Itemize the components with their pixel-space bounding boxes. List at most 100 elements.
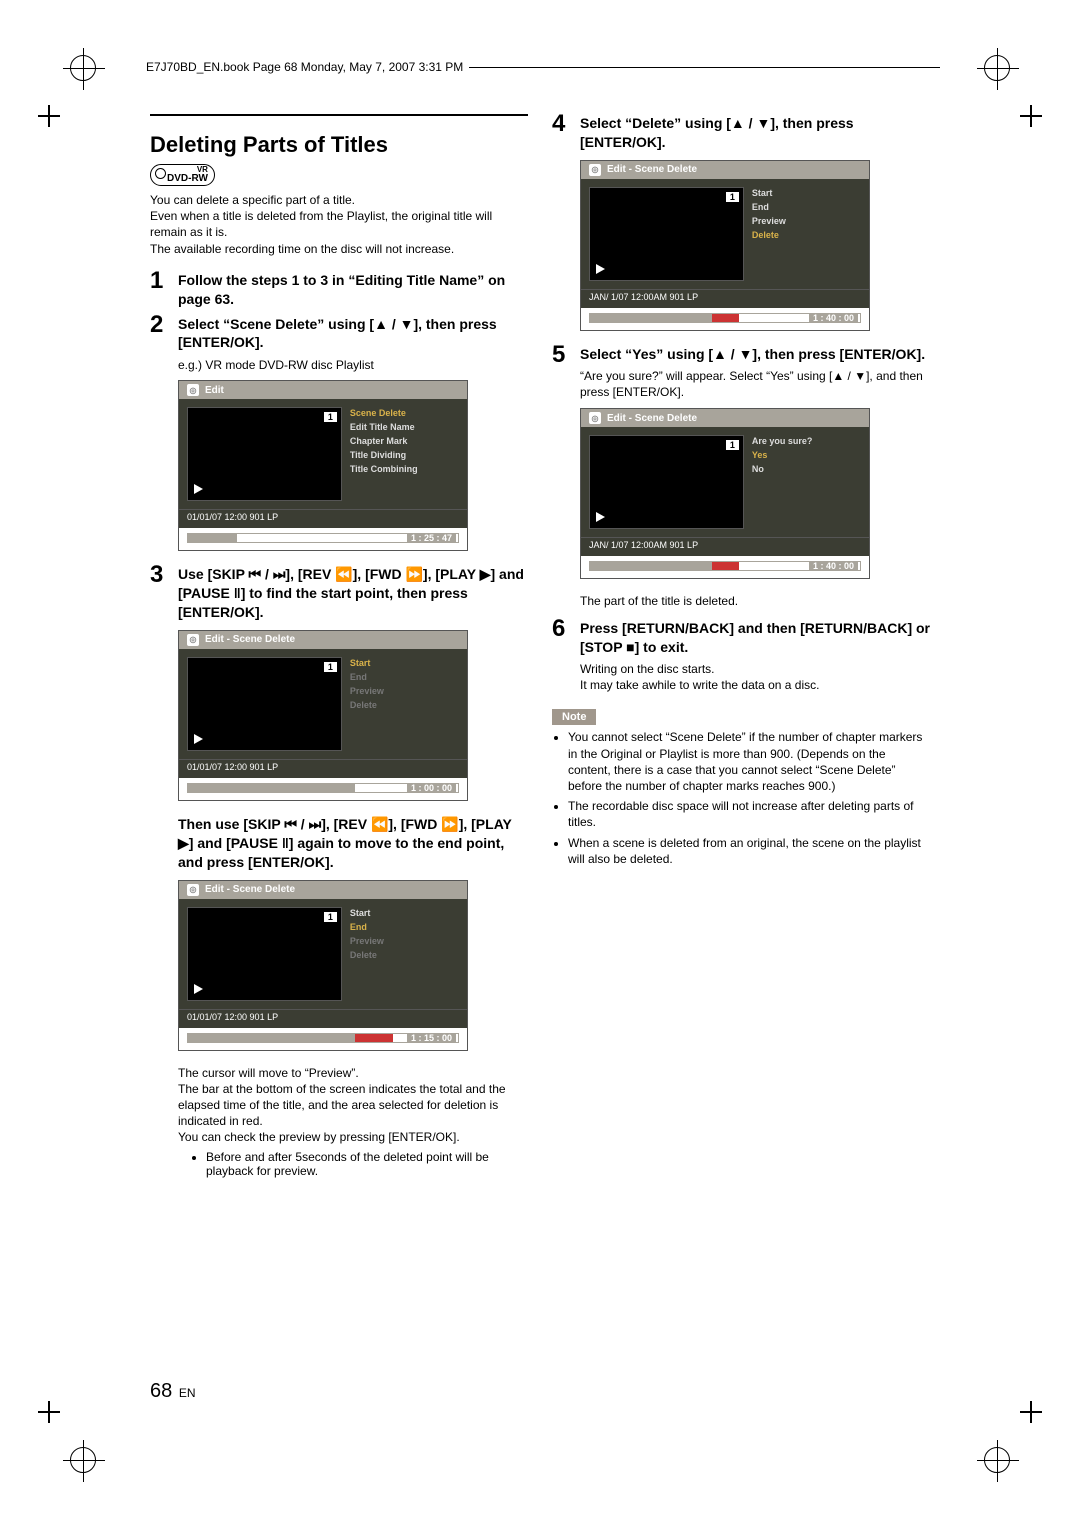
osd-preview-area: 1	[187, 907, 342, 1001]
play-icon	[596, 264, 605, 274]
step-4: 4 Select “Delete” using [▲ / ▼], then pr…	[552, 114, 930, 152]
note-item: You cannot select “Scene Delete” if the …	[568, 729, 930, 794]
time-readout: 1 : 15 : 00	[407, 1033, 456, 1043]
step-4-number: 4	[552, 112, 580, 152]
step-4-text: Select “Delete” using [▲ / ▼], then pres…	[580, 114, 930, 152]
play-icon	[194, 984, 203, 994]
step-6-sub: Writing on the disc starts. It may take …	[580, 661, 930, 693]
menu-item: Preview	[350, 685, 459, 697]
osd-step4: ◎ Edit - Scene Delete 1 Start End Preview…	[580, 160, 870, 331]
osd-footer: 01/01/07 12:00 901 LP	[179, 509, 467, 528]
time-readout: 1 : 25 : 47	[407, 533, 456, 543]
menu-item: Title Dividing	[350, 449, 459, 461]
osd-footer: JAN/ 1/07 12:00AM 901 LP	[581, 537, 869, 556]
step-5-sub: “Are you sure?” will appear. Select “Yes…	[580, 368, 930, 400]
dvd-disc-icon: ◎	[187, 384, 199, 396]
menu-item: Start	[350, 907, 459, 919]
intro-text: You can delete a specific part of a titl…	[150, 192, 528, 257]
time-readout: 1 : 40 : 00	[809, 313, 858, 323]
osd-start-point: ◎Edit - Scene Delete 1 Start End Preview…	[178, 630, 468, 801]
osd-title-text: Edit - Scene Delete	[607, 164, 697, 175]
osd-menu: Start End Preview Delete	[752, 187, 861, 281]
menu-item: Delete	[350, 699, 459, 711]
crop-mark-bl	[38, 1401, 60, 1423]
step-5-text: Select “Yes” using [▲ / ▼], then press […	[580, 345, 930, 400]
step-1-number: 1	[150, 269, 178, 309]
title-number-badge: 1	[726, 192, 739, 202]
step-2-sub: e.g.) VR mode DVD-RW disc Playlist	[178, 358, 528, 372]
osd-step5: ◎ Edit - Scene Delete 1 Are you sure? Yes…	[580, 408, 870, 579]
osd-menu: Start End Preview Delete	[350, 907, 459, 1001]
crop-mark-br	[1020, 1401, 1042, 1423]
progress-bar: 1 : 40 : 00	[589, 561, 861, 571]
step-5-number: 5	[552, 343, 580, 400]
osd-menu: Start End Preview Delete	[350, 657, 459, 751]
step-6-text: Press [RETURN/BACK] and then [RETURN/BAC…	[580, 619, 930, 693]
dvd-disc-icon: ◎	[589, 164, 601, 176]
step-3-after: The cursor will move to “Preview”. The b…	[178, 1065, 528, 1146]
step-6-main: Press [RETURN/BACK] and then [RETURN/BAC…	[580, 620, 930, 655]
osd-title-text: Edit	[205, 385, 224, 396]
step-3-then: Then use [SKIP ⏮ / ⏭], [REV ⏪], [FWD ⏩],…	[178, 815, 528, 872]
menu-item: Delete	[350, 949, 459, 961]
menu-item: Yes	[752, 449, 861, 461]
osd-preview-area: 1	[589, 187, 744, 281]
play-icon	[194, 734, 203, 744]
menu-item: Title Combining	[350, 463, 459, 475]
step-2-text: Select “Scene Delete” using [▲ / ▼], the…	[178, 315, 528, 353]
dvd-disc-icon: ◎	[187, 634, 199, 646]
progress-bar: 1 : 40 : 00	[589, 313, 861, 323]
note-item: When a scene is deleted from an original…	[568, 835, 930, 867]
menu-item: Preview	[350, 935, 459, 947]
step-6-number: 6	[552, 617, 580, 693]
step-5-main: Select “Yes” using [▲ / ▼], then press […	[580, 346, 925, 362]
osd-title-text: Edit - Scene Delete	[205, 884, 295, 895]
menu-item: End	[350, 671, 459, 683]
title-number-badge: 1	[726, 440, 739, 450]
osd-preview-area: 1	[589, 435, 744, 529]
registration-mark-bl	[70, 1447, 96, 1473]
osd-footer: 01/01/07 12:00 901 LP	[179, 759, 467, 778]
page-number: 68 EN	[150, 1380, 196, 1403]
dvd-disc-icon: ◎	[589, 412, 601, 424]
page-lang: EN	[179, 1386, 196, 1400]
note-item: The recordable disc space will not incre…	[568, 798, 930, 830]
menu-item: Scene Delete	[350, 407, 459, 419]
page-num-big: 68	[150, 1380, 172, 1402]
notes-block: You cannot select “Scene Delete” if the …	[552, 729, 930, 867]
play-icon	[596, 512, 605, 522]
step-5: 5 Select “Yes” using [▲ / ▼], then press…	[552, 345, 930, 400]
badge-bottom: DVD-RW	[167, 174, 208, 184]
menu-item: End	[752, 201, 861, 213]
dvd-disc-icon: ◎	[187, 884, 199, 896]
play-icon	[194, 484, 203, 494]
header-rule	[469, 67, 940, 68]
osd-preview-area: 1	[187, 407, 342, 501]
step-6: 6 Press [RETURN/BACK] and then [RETURN/B…	[552, 619, 930, 693]
osd-footer: JAN/ 1/07 12:00AM 901 LP	[581, 289, 869, 308]
progress-bar: 1 : 00 : 00	[187, 783, 459, 793]
header-bar: E7J70BD_EN.book Page 68 Monday, May 7, 2…	[140, 60, 940, 74]
menu-item: Start	[752, 187, 861, 199]
title-number-badge: 1	[324, 412, 337, 422]
step-3: 3 Use [SKIP ⏮ / ⏭], [REV ⏪], [FWD ⏩], [P…	[150, 565, 528, 622]
step-3-number: 3	[150, 563, 178, 622]
osd-edit-menu: ◎Edit 1 Scene Delete Edit Title Name Cha…	[178, 380, 468, 551]
registration-mark-tl	[70, 55, 96, 81]
menu-item: Are you sure?	[752, 435, 861, 447]
osd-footer: 01/01/07 12:00 901 LP	[179, 1009, 467, 1028]
menu-item: End	[350, 921, 459, 933]
crop-mark-tr	[1020, 105, 1042, 127]
menu-item: Start	[350, 657, 459, 669]
left-column: Deleting Parts of Titles VR DVD-RW You c…	[150, 114, 528, 1180]
title-number-badge: 1	[324, 662, 337, 672]
osd-preview-area: 1	[187, 657, 342, 751]
title-number-badge: 1	[324, 912, 337, 922]
crop-mark-tl	[38, 105, 60, 127]
step-2: 2 Select “Scene Delete” using [▲ / ▼], t…	[150, 315, 528, 353]
osd-title-text: Edit - Scene Delete	[607, 413, 697, 424]
dvd-rw-badge: VR DVD-RW	[150, 164, 215, 186]
registration-mark-br	[984, 1447, 1010, 1473]
step-2-number: 2	[150, 313, 178, 353]
step-1-text: Follow the steps 1 to 3 in “Editing Titl…	[178, 271, 528, 309]
